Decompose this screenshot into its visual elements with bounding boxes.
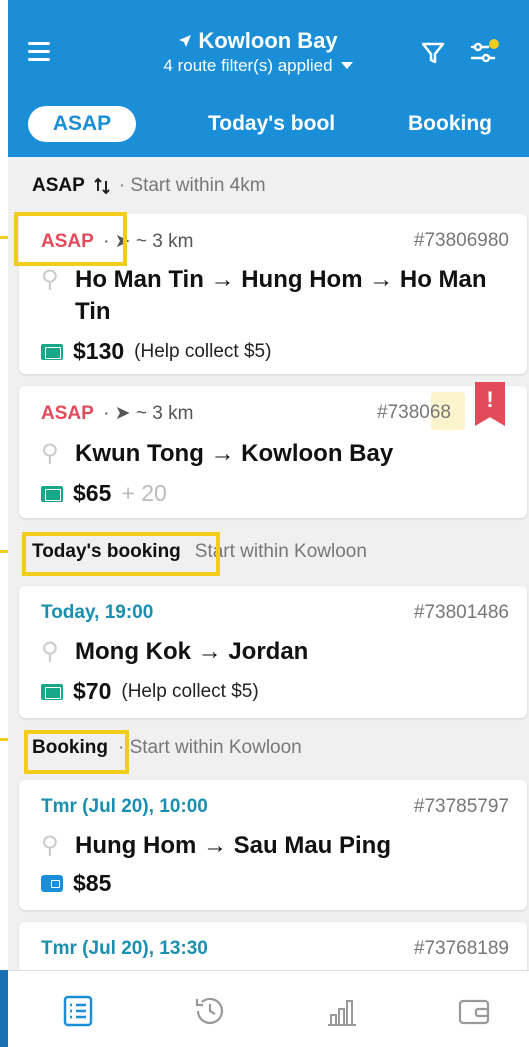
- section-title: ASAP: [32, 175, 85, 196]
- location-name: Kowloon Bay: [198, 28, 338, 53]
- section-subtitle: · Start within Kowloon: [118, 737, 302, 758]
- location-pin-icon: ⚲: [41, 266, 59, 293]
- navigation-arrow-icon: [179, 35, 192, 47]
- section-header-asap[interactable]: ASAP · Start within 4km: [8, 164, 529, 208]
- job-note: (Help collect $5): [134, 340, 272, 362]
- section-subtitle: · Start within 4km: [118, 175, 266, 196]
- location-pin-icon: ⚲: [41, 832, 59, 859]
- job-card[interactable]: Tmr (Jul 20), 10:00 #73785797 ⚲ Hung Hom…: [19, 780, 527, 910]
- route-settings-icon[interactable]: [468, 38, 500, 68]
- job-tag: ASAP: [41, 403, 94, 424]
- job-ref: #73801486: [413, 602, 509, 623]
- tab-asap[interactable]: ASAP: [28, 106, 136, 142]
- history-icon[interactable]: [192, 993, 228, 1029]
- tab-today-booking[interactable]: Today's bool: [208, 106, 348, 142]
- wallet-icon: [41, 875, 63, 892]
- annotation-highlight: [22, 532, 220, 576]
- job-ref: #73785797: [413, 796, 509, 817]
- job-price: $70: [73, 678, 112, 704]
- bottom-nav: [8, 970, 529, 1047]
- stats-icon[interactable]: [324, 993, 360, 1029]
- job-ref: #73806980: [413, 230, 509, 251]
- job-price: $130: [73, 338, 125, 364]
- app-screen: Kowloon Bay 4 route filter(s) applied AS…: [8, 0, 529, 1047]
- cash-icon: [41, 683, 63, 700]
- location-selector[interactable]: Kowloon Bay 4 route filter(s) applied: [108, 28, 408, 76]
- location-pin-icon: ⚲: [41, 440, 59, 467]
- job-tag: Tmr (Jul 20), 13:30: [41, 938, 208, 959]
- job-ref: #73768189: [413, 938, 509, 959]
- wallet-icon[interactable]: [456, 993, 492, 1029]
- job-note: (Help collect $5): [121, 680, 259, 702]
- cash-icon: [41, 343, 63, 360]
- cash-icon: [41, 485, 63, 502]
- left-edge-strip: [0, 970, 8, 1047]
- list-icon[interactable]: [60, 993, 96, 1029]
- job-distance: ~ 3 km: [135, 403, 194, 424]
- job-route: Kwun Tong → Kowloon Bay: [75, 440, 394, 467]
- menu-icon[interactable]: [28, 42, 58, 64]
- job-route: Hung Hom → Sau Mau Ping: [75, 832, 391, 859]
- job-price: $65: [73, 480, 112, 506]
- job-distance: ~ 3 km: [135, 231, 194, 252]
- tab-bar: ASAP Today's bool Booking: [8, 100, 529, 146]
- filter-summary: 4 route filter(s) applied: [163, 56, 333, 75]
- job-ref: #738068: [377, 402, 451, 423]
- job-route: Ho Man Tin → Hung Hom → Ho Man Tin: [75, 266, 487, 325]
- job-card[interactable]: ! ASAP · ➤ ~ 3 km #738068 ⚲ Kwun Tong → …: [19, 382, 527, 518]
- job-route: Mong Kok → Jordan: [75, 638, 309, 665]
- tab-booking[interactable]: Booking: [408, 106, 528, 142]
- job-tag: Today, 19:00: [41, 602, 154, 623]
- section-subtitle: Start within Kowloon: [194, 541, 367, 562]
- annotation-highlight: [24, 730, 129, 774]
- job-extra: + 20: [121, 480, 167, 506]
- job-price: $85: [73, 870, 112, 896]
- job-card[interactable]: Today, 19:00 #73801486 ⚲ Mong Kok → Jord…: [19, 586, 527, 718]
- annotation-highlight: [14, 212, 127, 266]
- job-tag: Tmr (Jul 20), 10:00: [41, 796, 208, 817]
- sort-icon[interactable]: [91, 176, 113, 196]
- app-header: Kowloon Bay 4 route filter(s) applied AS…: [8, 0, 529, 157]
- location-pin-icon: ⚲: [41, 638, 59, 665]
- caret-down-icon: [340, 62, 353, 69]
- filter-icon[interactable]: [420, 40, 446, 66]
